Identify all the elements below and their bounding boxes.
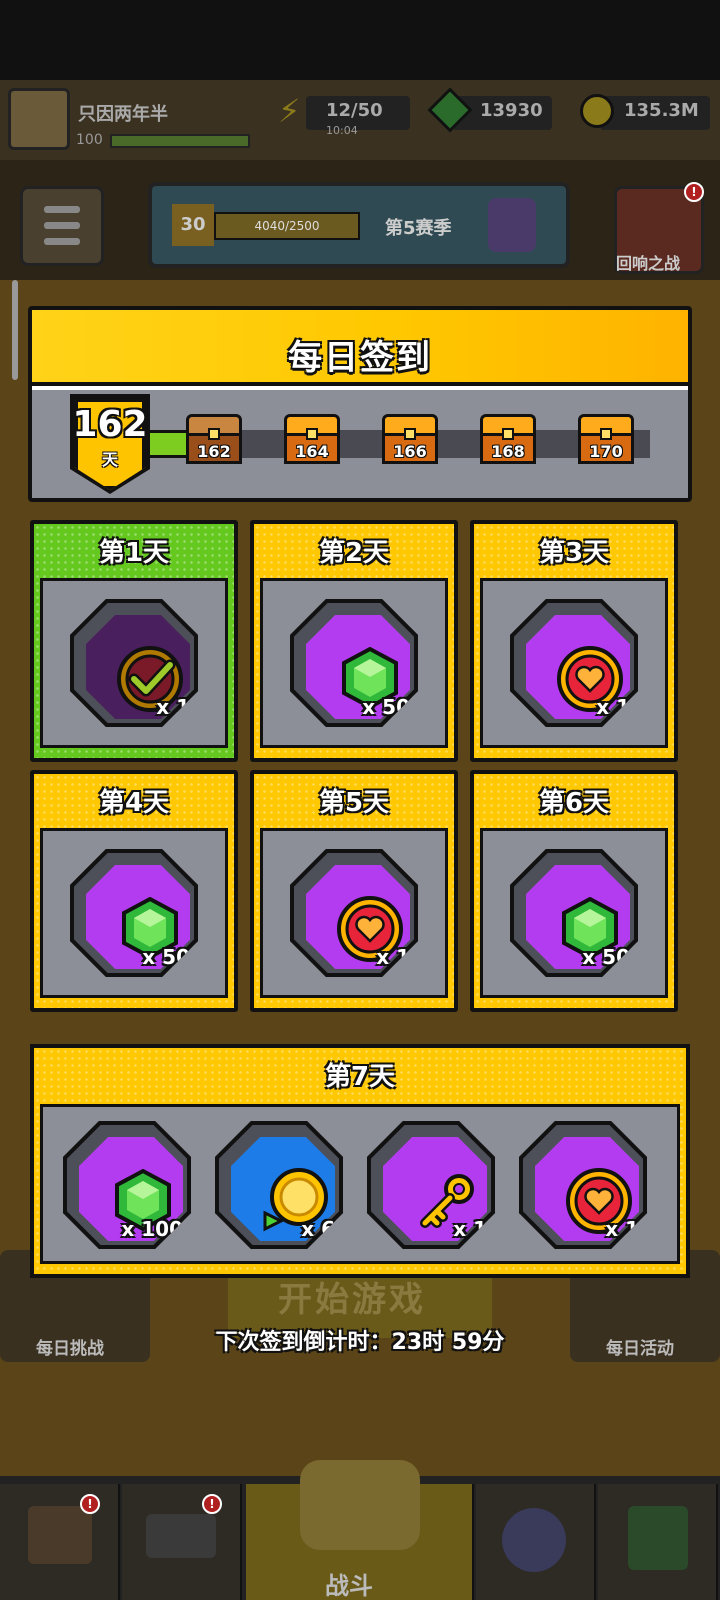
day7-reward-frame: x 1	[519, 1121, 647, 1249]
reward-frame: x 1	[70, 599, 198, 727]
reward-quantity: x 1	[605, 1217, 639, 1241]
coin-add-icon	[580, 94, 614, 128]
day7-reward-frame: x 1	[367, 1121, 495, 1249]
echo-battle-alert-badge: !	[684, 182, 704, 202]
milestone-chest-icon[interactable]: 166	[382, 414, 438, 464]
chest-lock	[502, 428, 514, 440]
day7-title: 第7天	[324, 1062, 396, 1092]
day-title: 第5天	[318, 788, 390, 818]
reward-slot: x 1	[480, 578, 668, 748]
day-title: 第4天	[98, 788, 170, 818]
evolution-icon	[628, 1506, 688, 1570]
reward-quantity: x 1	[376, 945, 410, 969]
season-level: 30	[172, 204, 214, 246]
milestone-day: 170	[589, 442, 623, 461]
player-avatar[interactable]	[8, 88, 70, 150]
reward-slot: x 50	[480, 828, 668, 998]
reward-quantity: x 50	[142, 945, 190, 969]
reward-quantity: x 1	[453, 1217, 487, 1241]
player-xp-bar	[110, 134, 250, 148]
start-game-label: 开始游戏	[278, 1280, 426, 1320]
milestone-day: 166	[393, 442, 427, 461]
next-checkin-countdown: 下次签到倒计时：23时 59分	[215, 1330, 505, 1355]
shop-icon	[28, 1506, 92, 1564]
reward-quantity: x 50	[582, 945, 630, 969]
day6-card[interactable]: 第6天 x 50	[470, 770, 678, 1012]
season-name: 第5赛季	[385, 218, 452, 239]
gem-value: 13930	[480, 100, 543, 121]
streak-unit: 天	[101, 450, 118, 469]
player-name: 只因两年半	[78, 104, 168, 125]
energy-timer: 10:04	[326, 124, 358, 137]
reward-quantity: x 6	[301, 1217, 335, 1241]
checkin-title: 每日签到	[288, 338, 432, 378]
day1-card[interactable]: 第1天 x 1	[30, 520, 238, 762]
reward-quantity: x 50	[362, 695, 410, 719]
chest-lock	[600, 428, 612, 440]
menu-icon-line	[44, 222, 80, 229]
day7-reward-slot: x 100 x 6 x 1 x 1	[40, 1104, 680, 1264]
day4-card[interactable]: 第4天 x 50	[30, 770, 238, 1012]
day3-card[interactable]: 第3天 x 1	[470, 520, 678, 762]
energy-icon: ⚡	[278, 92, 301, 130]
milestone-chest-icon[interactable]: 170	[578, 414, 634, 464]
season-progress: 4040/2500	[214, 212, 360, 240]
echo-battle-label: 回响之战	[616, 254, 681, 273]
reward-quantity: x 100	[121, 1217, 183, 1241]
reward-quantity: x 1	[596, 695, 630, 719]
milestone-chest-icon[interactable]: 162	[186, 414, 242, 464]
battle-star-icon	[300, 1460, 420, 1550]
day-title: 第1天	[98, 538, 170, 568]
day7-reward-frame: x 6	[215, 1121, 343, 1249]
reward-frame: x 50	[290, 599, 418, 727]
milestone-day: 164	[295, 442, 329, 461]
reward-frame: x 50	[510, 849, 638, 977]
day7-reward-frame: x 100	[63, 1121, 191, 1249]
nav-battle-label: 战斗	[325, 1572, 373, 1600]
player-level: 100	[76, 132, 103, 148]
day5-card[interactable]: 第5天 x 1	[250, 770, 458, 1012]
reward-frame: x 1	[510, 599, 638, 727]
menu-icon-line	[44, 238, 80, 245]
milestone-chest-icon[interactable]: 164	[284, 414, 340, 464]
shop-alert-badge: !	[80, 1494, 100, 1514]
menu-icon	[44, 206, 80, 213]
energy-value: 12/50	[326, 100, 383, 121]
chest-lock	[208, 428, 220, 440]
reward-slot: x 50	[260, 578, 448, 748]
day2-card[interactable]: 第2天 x 50	[250, 520, 458, 762]
season-badge-icon	[488, 198, 536, 252]
coin-value: 135.3M	[624, 100, 699, 121]
chest-lock	[404, 428, 416, 440]
milestone-chest-icon[interactable]: 168	[480, 414, 536, 464]
day-title: 第3天	[538, 538, 610, 568]
day-title: 第2天	[318, 538, 390, 568]
milestone-day: 168	[491, 442, 525, 461]
chest-lock	[306, 428, 318, 440]
day-title: 第6天	[538, 788, 610, 818]
reward-frame: x 50	[70, 849, 198, 977]
reward-slot: x 1	[40, 578, 228, 748]
system-status-bar	[0, 0, 720, 80]
reward-frame: x 1	[290, 849, 418, 977]
milestone-day: 162	[197, 442, 231, 461]
day7-card[interactable]: 第7天 x 100 x 6 x 1 x 1	[30, 1044, 690, 1278]
reward-slot: x 50	[40, 828, 228, 998]
reward-quantity: x 1	[156, 695, 190, 719]
talent-orb-icon	[502, 1508, 566, 1572]
weapon-icon	[146, 1514, 216, 1558]
streak-days: 162	[72, 404, 148, 445]
weapons-alert-badge: !	[202, 1494, 222, 1514]
reward-slot: x 1	[260, 828, 448, 998]
